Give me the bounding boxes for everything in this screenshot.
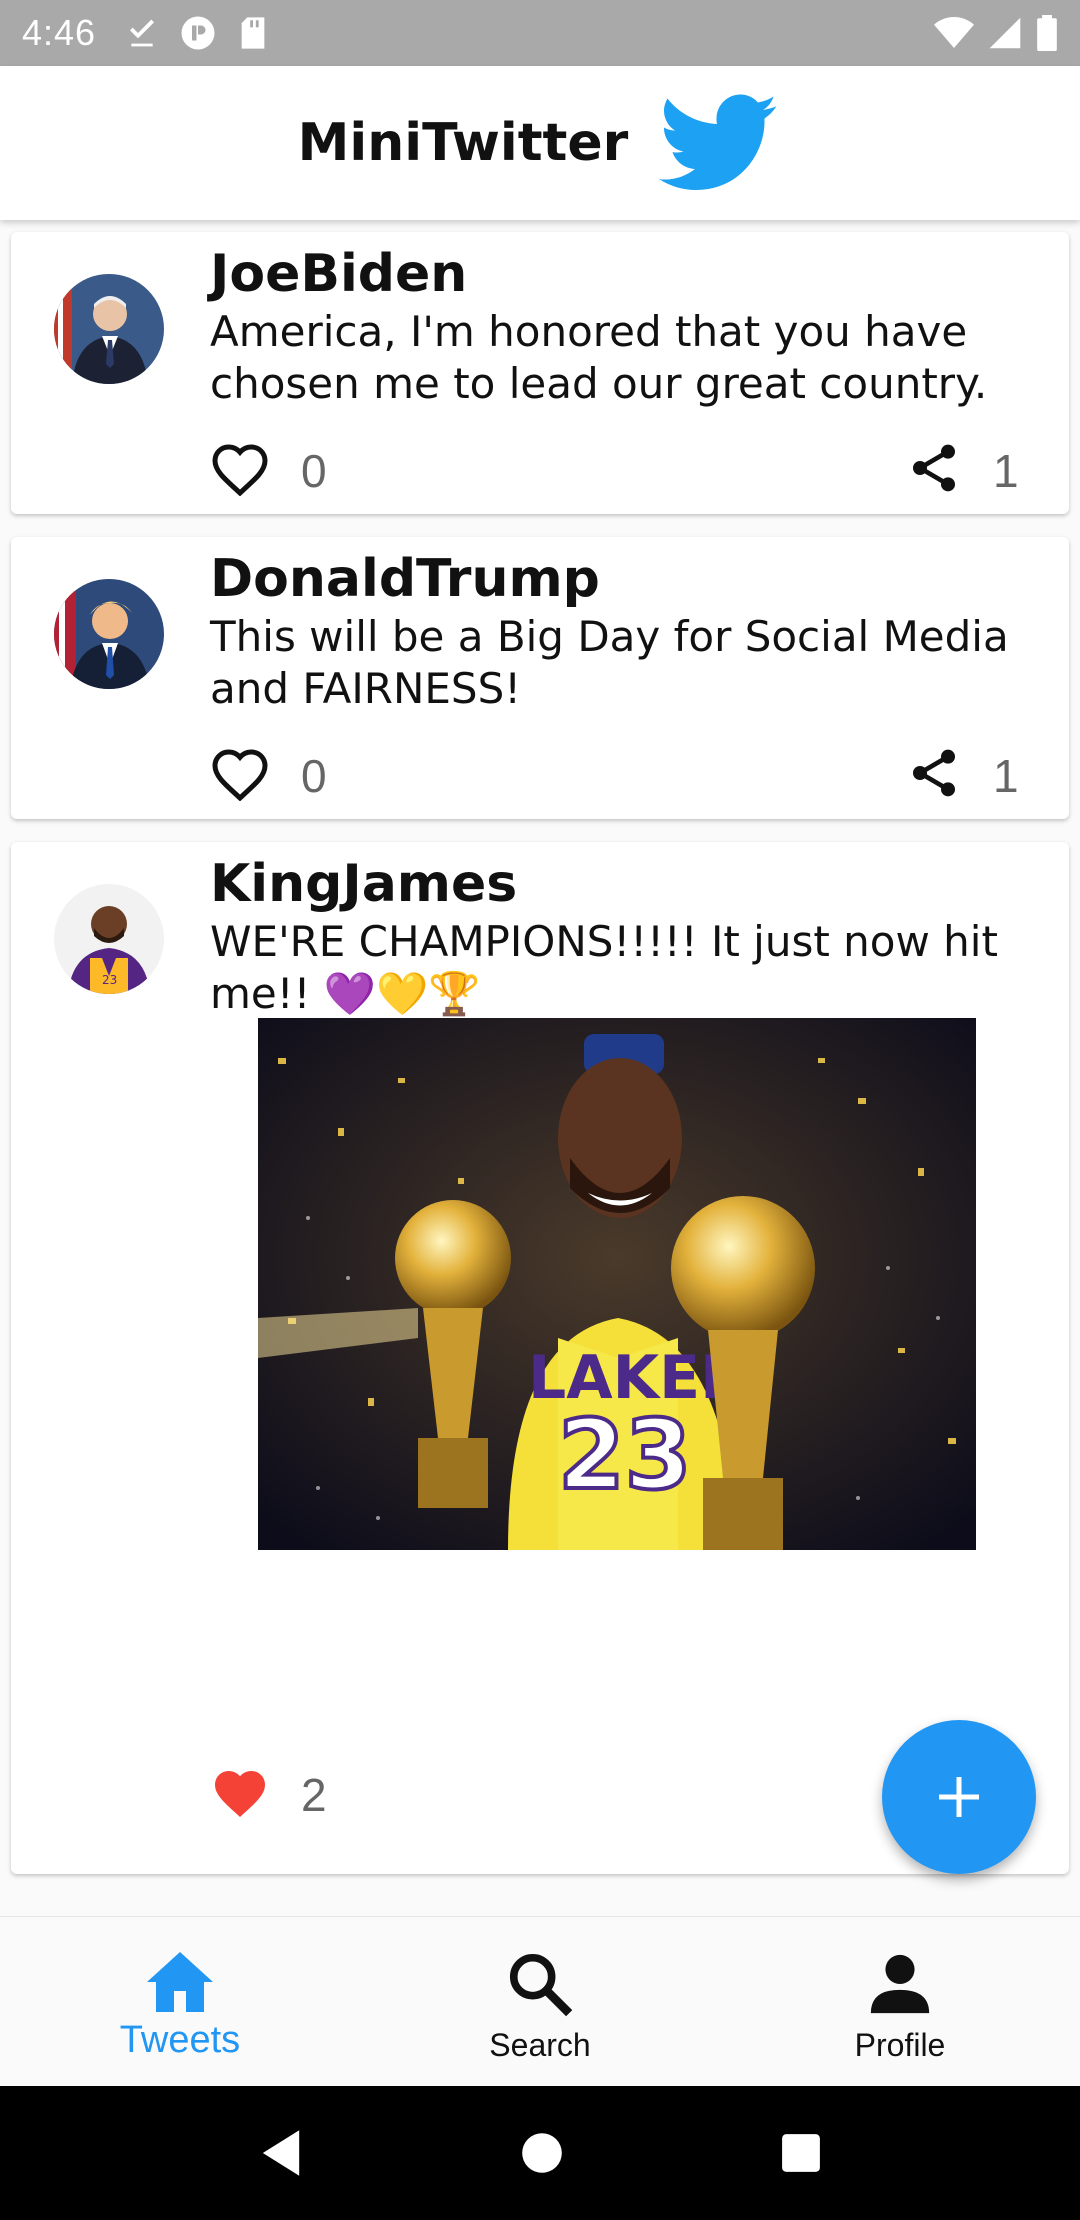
search-icon — [509, 1953, 573, 2017]
nav-item-profile[interactable]: Profile — [720, 1917, 1080, 2086]
tweet-text: WE'RE CHAMPIONS!!!!! It just now hit me!… — [210, 917, 998, 1018]
home-circle-icon[interactable] — [520, 2131, 564, 2175]
avatar[interactable]: 23 — [54, 884, 164, 994]
share-count: 1 — [993, 750, 1019, 802]
share-count: 1 — [993, 445, 1019, 497]
battery-icon — [1037, 15, 1057, 51]
nav-item-tweets[interactable]: Tweets — [0, 1917, 360, 2086]
heart-filled-icon[interactable] — [210, 1764, 270, 1820]
tweet-text: America, I'm honored that you have chose… — [210, 307, 988, 408]
bottom-navigation: Tweets Search Profile — [0, 1916, 1080, 2086]
system-navigation-bar — [0, 2086, 1080, 2220]
sd-card-icon — [241, 17, 265, 49]
nav-label: Profile — [854, 2027, 946, 2063]
tweet-card[interactable]: 23 KingJames WE'RE CHAMPIONS!!!!! It jus… — [11, 842, 1069, 1874]
heart-outline-icon[interactable] — [210, 745, 270, 801]
like-count: 2 — [301, 1769, 327, 1821]
tweet-username: KingJames — [210, 854, 518, 914]
tweet-card[interactable]: DonaldTrump This will be a Big Day for S… — [11, 537, 1069, 819]
nav-label: Tweets — [119, 2019, 241, 2061]
new-tweet-button[interactable] — [882, 1720, 1036, 1874]
plus-icon — [939, 1777, 979, 1817]
svg-text:23: 23 — [558, 1399, 692, 1511]
avatar[interactable] — [54, 579, 164, 689]
person-icon — [870, 1954, 930, 2014]
app-bar: MiniTwitter — [0, 66, 1080, 220]
back-icon[interactable] — [258, 2128, 304, 2178]
nav-label: Search — [489, 2027, 591, 2063]
app-notification-icon — [181, 16, 215, 50]
like-count: 0 — [301, 750, 327, 802]
tweet-image[interactable]: LAKER 23 — [258, 1018, 976, 1550]
download-done-icon — [130, 19, 155, 47]
tweet-text: This will be a Big Day for Social Media … — [210, 612, 1009, 713]
like-count: 0 — [301, 445, 327, 497]
recents-icon[interactable] — [780, 2132, 822, 2174]
app-title: MiniTwitter — [297, 113, 629, 173]
heart-outline-icon[interactable] — [210, 440, 270, 496]
wifi-icon — [934, 17, 974, 48]
svg-text:23: 23 — [102, 973, 117, 987]
avatar[interactable] — [54, 274, 164, 384]
twitter-bird-icon — [659, 94, 778, 190]
nav-item-search[interactable]: Search — [360, 1917, 720, 2086]
share-icon[interactable] — [906, 438, 962, 498]
status-bar: 4:46 — [0, 0, 1080, 66]
share-icon[interactable] — [906, 743, 962, 803]
status-time: 4:46 — [22, 12, 97, 53]
tweet-username: JoeBiden — [210, 244, 468, 304]
tweet-card[interactable]: JoeBiden America, I'm honored that you h… — [11, 232, 1069, 514]
cell-signal-icon — [989, 17, 1021, 49]
tweet-username: DonaldTrump — [210, 549, 600, 609]
home-icon — [147, 1952, 213, 2012]
